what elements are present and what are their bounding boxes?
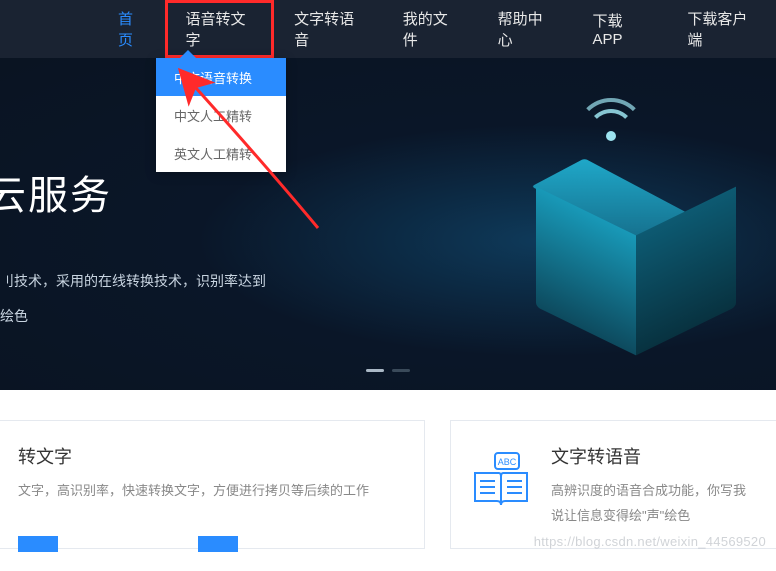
feature-button-2[interactable]	[198, 536, 238, 552]
nav-text-to-speech[interactable]: 文字转语音	[274, 0, 383, 58]
feature-card-text-to-speech: ABC 文字转语音 高辨识度的语音合成功能，你写我说让信息变得绘"声"绘色	[450, 420, 776, 549]
hero-banner: 云服务 刂技术，采用的在线转换技术，识别率达到 绘色	[0, 58, 776, 390]
dropdown-english-manual[interactable]: 英文人工精转	[156, 134, 286, 172]
feature-title: 转文字	[18, 443, 406, 469]
watermark-text: https://blog.csdn.net/weixin_44569520	[534, 534, 766, 549]
feature-title: 文字转语音	[551, 443, 758, 469]
feature-button-1[interactable]	[18, 536, 58, 552]
hero-subtitle-line1: 刂技术，采用的在线转换技术，识别率达到	[0, 271, 266, 291]
nav-help-center[interactable]: 帮助中心	[478, 0, 573, 58]
feature-row: 转文字 文字，高识别率，快速转换文字，方便进行拷贝等后续的工作 ABC 文字转语…	[0, 390, 776, 549]
speech-to-text-dropdown: 中文语音转换 中文人工精转 英文人工精转	[156, 58, 286, 172]
feature-card-speech-to-text: 转文字 文字，高识别率，快速转换文字，方便进行拷贝等后续的工作	[0, 420, 425, 549]
carousel-dot-1[interactable]	[366, 369, 384, 372]
feature-desc: 高辨识度的语音合成功能，你写我说让信息变得绘"声"绘色	[551, 479, 758, 528]
nav-download-client[interactable]: 下载客户端	[667, 0, 776, 58]
feature-desc: 文字，高识别率，快速转换文字，方便进行拷贝等后续的工作	[18, 479, 406, 504]
hero-title: 云服务	[0, 163, 112, 221]
book-abc-icon: ABC	[469, 447, 533, 511]
hero-illustration	[476, 98, 746, 368]
hero-subtitle-line2: 绘色	[0, 306, 28, 326]
nav-my-files[interactable]: 我的文件	[383, 0, 478, 58]
top-nav: 首页 语音转文字 文字转语音 我的文件 帮助中心 下载APP 下载客户端	[0, 0, 776, 58]
dropdown-chinese-auto[interactable]: 中文语音转换	[156, 58, 286, 96]
svg-text:ABC: ABC	[498, 457, 517, 467]
nav-download-app[interactable]: 下载APP	[572, 0, 667, 58]
carousel-dot-2[interactable]	[392, 369, 410, 372]
dropdown-chinese-manual[interactable]: 中文人工精转	[156, 96, 286, 134]
nav-home[interactable]: 首页	[98, 0, 165, 58]
carousel-indicator[interactable]	[366, 369, 410, 372]
